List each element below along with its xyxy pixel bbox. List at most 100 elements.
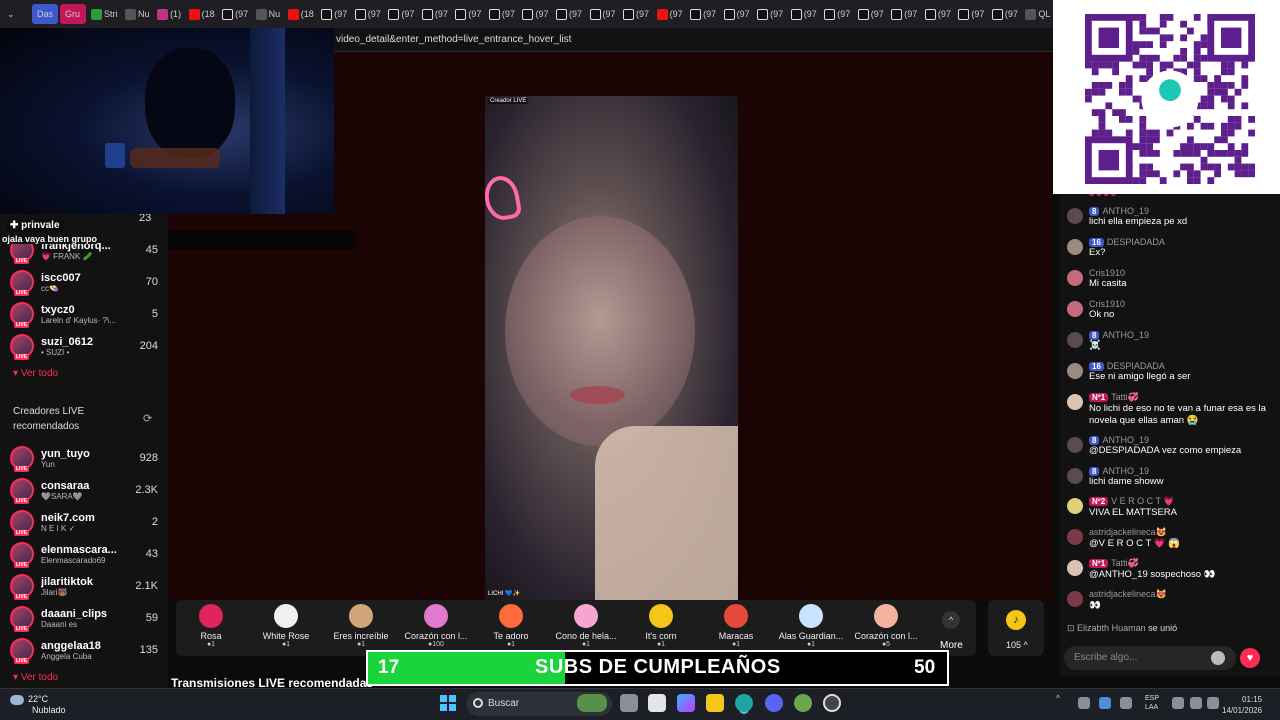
- browser-tab[interactable]: (18: [285, 4, 317, 24]
- gift-item[interactable]: Corazón con l... ●5: [851, 604, 921, 648]
- browser-tab[interactable]: (97: [855, 4, 887, 24]
- creator-row[interactable]: LIVE neik7.com N E I K ✓ 2: [10, 507, 158, 537]
- browser-tab[interactable]: Nu: [122, 4, 152, 24]
- task-view-icon[interactable]: [620, 694, 638, 712]
- battery-icon[interactable]: [1207, 697, 1219, 709]
- gift-item[interactable]: Maracas ●1: [701, 604, 771, 648]
- app-icon[interactable]: [794, 694, 812, 712]
- chat-username[interactable]: ANTHO_19: [1102, 435, 1149, 445]
- browser-tab[interactable]: (97: [486, 4, 518, 24]
- gift-item[interactable]: Corazón con l... ●100: [401, 604, 471, 648]
- emoji-icon[interactable]: [1211, 651, 1225, 665]
- creator-row[interactable]: LIVE iscc007 cc👒 70: [10, 267, 158, 297]
- gift-item[interactable]: It's corn ●1: [626, 604, 696, 648]
- browser-tab[interactable]: (18: [186, 4, 218, 24]
- browser-tab[interactable]: (97: [318, 4, 350, 24]
- creator-row[interactable]: LIVE daaani_clips Daaani es 59: [10, 603, 158, 633]
- avatar[interactable]: [1067, 270, 1083, 286]
- volume-icon[interactable]: [1190, 697, 1202, 709]
- chat-username[interactable]: ANTHO_19: [1102, 330, 1149, 340]
- gift-item[interactable]: Te adoro ●1: [476, 604, 546, 648]
- avatar[interactable]: [1067, 529, 1083, 545]
- avatar[interactable]: [1067, 394, 1083, 410]
- microphone-icon[interactable]: [1120, 697, 1132, 709]
- tab-list-chevron-icon[interactable]: ⌄: [4, 4, 30, 24]
- browser-tab[interactable]: (97: [419, 4, 451, 24]
- avatar[interactable]: [1067, 560, 1083, 576]
- avatar[interactable]: [1067, 498, 1083, 514]
- chat-username[interactable]: Tatti💞: [1111, 392, 1139, 403]
- refresh-icon[interactable]: ⟳: [143, 412, 152, 425]
- browser-tab[interactable]: (97: [721, 4, 753, 24]
- copilot-icon[interactable]: [677, 694, 695, 712]
- discord-icon[interactable]: [765, 694, 783, 712]
- browser-tab[interactable]: Nu: [253, 4, 283, 24]
- weather-widget[interactable]: 22°C Nublado: [10, 694, 66, 715]
- windows-start-icon[interactable]: [440, 695, 456, 711]
- like-heart-button[interactable]: ♥: [1240, 648, 1260, 668]
- avatar[interactable]: [1067, 332, 1083, 348]
- chat-username[interactable]: DESPIADADA: [1107, 237, 1165, 247]
- address-bar[interactable]: video_detail&enter_method=live_entrance_…: [334, 28, 1053, 52]
- browser-tab[interactable]: (97: [922, 4, 954, 24]
- tray-app-icon[interactable]: [1078, 697, 1090, 709]
- browser-tab[interactable]: (97: [754, 4, 786, 24]
- gift-item[interactable]: White Rose ●1: [251, 604, 321, 648]
- chat-username[interactable]: V E R O C T 💗: [1111, 496, 1174, 507]
- avatar[interactable]: [1067, 301, 1083, 317]
- avatar[interactable]: [1067, 239, 1083, 255]
- onedrive-icon[interactable]: [1099, 697, 1111, 709]
- avatar[interactable]: [1067, 208, 1083, 224]
- obs-icon[interactable]: [823, 694, 841, 712]
- browser-tab[interactable]: Das: [32, 4, 58, 24]
- browser-tab[interactable]: (1): [154, 4, 184, 24]
- avatar[interactable]: [1067, 437, 1083, 453]
- browser-tab[interactable]: (97: [553, 4, 585, 24]
- avatar[interactable]: [1067, 363, 1083, 379]
- chat-username[interactable]: Cris1910: [1089, 299, 1125, 309]
- browser-tab[interactable]: (97: [587, 4, 619, 24]
- creator-row[interactable]: LIVE yun_tuyo Yun 928: [10, 443, 158, 473]
- avatar[interactable]: [1067, 591, 1083, 607]
- browser-tab[interactable]: (97: [452, 4, 484, 24]
- browser-tab[interactable]: (97: [955, 4, 987, 24]
- browser-tab[interactable]: (97: [654, 4, 686, 24]
- browser-tab[interactable]: Gru: [60, 4, 86, 24]
- store-icon[interactable]: [648, 694, 666, 712]
- language-indicator[interactable]: ESP LAA: [1145, 694, 1159, 712]
- creator-row[interactable]: LIVE suzi_0612 • SUZI • 204: [10, 331, 158, 361]
- creator-row[interactable]: LIVE consaraa 🩶SARA🩶 2.3K: [10, 475, 158, 505]
- browser-tab[interactable]: (97: [352, 4, 384, 24]
- file-explorer-icon[interactable]: [706, 694, 724, 712]
- chat-username[interactable]: ANTHO_19: [1102, 466, 1149, 476]
- gift-item[interactable]: Eres increíble ●1: [326, 604, 396, 648]
- browser-tab[interactable]: (97: [989, 4, 1021, 24]
- browser-tab[interactable]: (97: [821, 4, 853, 24]
- creator-row[interactable]: LIVE txycz0 Lareln d' Kaylus· ?\... 5: [10, 299, 158, 329]
- browser-tab[interactable]: (97: [687, 4, 719, 24]
- avatar[interactable]: [1067, 468, 1083, 484]
- creator-row[interactable]: LIVE jilaritiktok Jilari🐻 2.1K: [10, 571, 158, 601]
- browser-tab[interactable]: (97: [219, 4, 251, 24]
- browser-tab[interactable]: QL: [1022, 4, 1053, 24]
- creator-row[interactable]: LIVE elenmascara... Elenmascarado69 43: [10, 539, 158, 569]
- network-icon[interactable]: [1172, 697, 1184, 709]
- browser-tab[interactable]: (97: [385, 4, 417, 24]
- browser-tab[interactable]: (97: [788, 4, 820, 24]
- system-clock[interactable]: 01:15 14/01/2026: [1222, 694, 1262, 716]
- chat-username[interactable]: astridjackelineca😻: [1089, 527, 1167, 538]
- browser-tab[interactable]: Stri: [88, 4, 120, 24]
- see-all-recommended-link[interactable]: ▾ Ver todo: [13, 672, 58, 683]
- live-video-player[interactable]: [485, 96, 738, 600]
- tray-overflow-icon[interactable]: ^: [1056, 694, 1060, 703]
- browser-tab[interactable]: (97: [620, 4, 652, 24]
- browser-tab[interactable]: (97: [519, 4, 551, 24]
- chevron-up-icon[interactable]: ^: [942, 611, 960, 629]
- see-all-following-link[interactable]: ▾ Ver todo: [13, 368, 58, 379]
- browser-tab[interactable]: (97: [888, 4, 920, 24]
- gift-item[interactable]: Cono de hela... ●1: [551, 604, 621, 648]
- creator-row[interactable]: LIVE anggelaa18 Anggela Cuba 135: [10, 635, 158, 665]
- gift-item[interactable]: Alas Guardian... ●1: [776, 604, 846, 648]
- chat-username[interactable]: Cris1910: [1089, 268, 1125, 278]
- chat-username[interactable]: ANTHO_19: [1102, 206, 1149, 216]
